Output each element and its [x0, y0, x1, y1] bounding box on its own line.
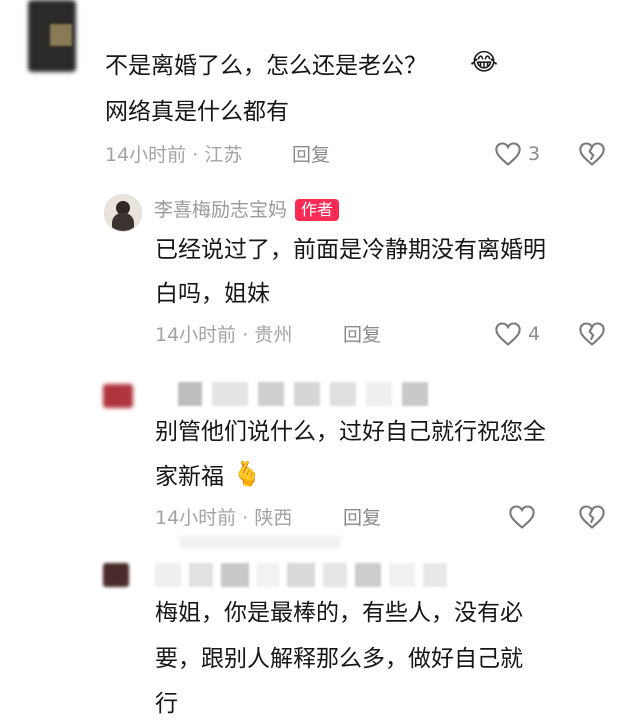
dislike-button[interactable]: [578, 504, 606, 534]
laughing-emoji-icon: 😂: [470, 48, 499, 76]
reply-button[interactable]: 回复: [343, 505, 381, 531]
reply-button[interactable]: 回复: [292, 142, 330, 168]
comment-text-line: 不是离婚了么，怎么还是老公？: [105, 53, 427, 79]
comment-text-line: 梅姐，你是最棒的，有些人，没有必: [155, 600, 523, 626]
comment-text-line: 家新福: [155, 464, 224, 490]
dislike-button[interactable]: [578, 321, 606, 351]
meta-separator: ·: [242, 324, 249, 346]
reply-button[interactable]: 回复: [343, 322, 381, 348]
comment-location: 陕西: [254, 507, 293, 529]
like-button[interactable]: [508, 504, 536, 530]
comment-text-line: 别管他们说什么，过好自己就行祝您全: [155, 419, 546, 445]
author-name-row: 李喜梅励志宝妈 作者: [154, 197, 340, 223]
redacted-avatar: [103, 563, 129, 587]
comment-text-line: 行: [155, 691, 178, 717]
comment-text-line: 白吗，姐妹: [155, 281, 270, 307]
comment-meta: 14小时前 · 贵州: [155, 322, 292, 348]
finger-heart-emoji-icon: 🫰: [232, 460, 262, 488]
author-name[interactable]: 李喜梅励志宝妈: [154, 197, 287, 223]
comment-time: 14小时前: [155, 507, 237, 529]
comment-text-line: 网络真是什么都有: [105, 99, 289, 125]
heart-outline-icon: [509, 505, 535, 529]
broken-heart-icon: [579, 142, 605, 166]
dislike-button[interactable]: [578, 141, 606, 171]
meta-separator: ·: [192, 144, 199, 166]
comment-location: 贵州: [254, 324, 293, 346]
comment-location: 江苏: [204, 144, 243, 166]
heart-outline-icon: [495, 142, 521, 166]
author-badge: 作者: [295, 199, 340, 221]
redacted-avatar: [103, 384, 133, 408]
comment-text-line: 已经说过了，前面是冷静期没有离婚明: [155, 237, 546, 263]
meta-separator: ·: [242, 507, 249, 529]
like-button[interactable]: 4: [494, 321, 540, 347]
author-avatar[interactable]: [104, 194, 142, 232]
redacted-strip: [180, 536, 340, 548]
comment-time: 14小时前: [155, 324, 237, 346]
comment-time: 14小时前: [105, 144, 187, 166]
like-count: 3: [528, 143, 541, 165]
redacted-avatar-accent: [50, 24, 72, 46]
broken-heart-icon: [579, 322, 605, 346]
like-count: 4: [528, 323, 541, 345]
heart-outline-icon: [495, 322, 521, 346]
comment-meta: 14小时前 · 陕西: [155, 505, 292, 531]
comment-text-line: 要，跟别人解释那么多，做好自己就: [155, 646, 523, 672]
redacted-username: [178, 382, 428, 406]
broken-heart-icon: [579, 505, 605, 529]
comment-meta: 14小时前 · 江苏: [105, 142, 242, 168]
like-button[interactable]: 3: [494, 141, 540, 167]
redacted-username: [155, 563, 447, 587]
